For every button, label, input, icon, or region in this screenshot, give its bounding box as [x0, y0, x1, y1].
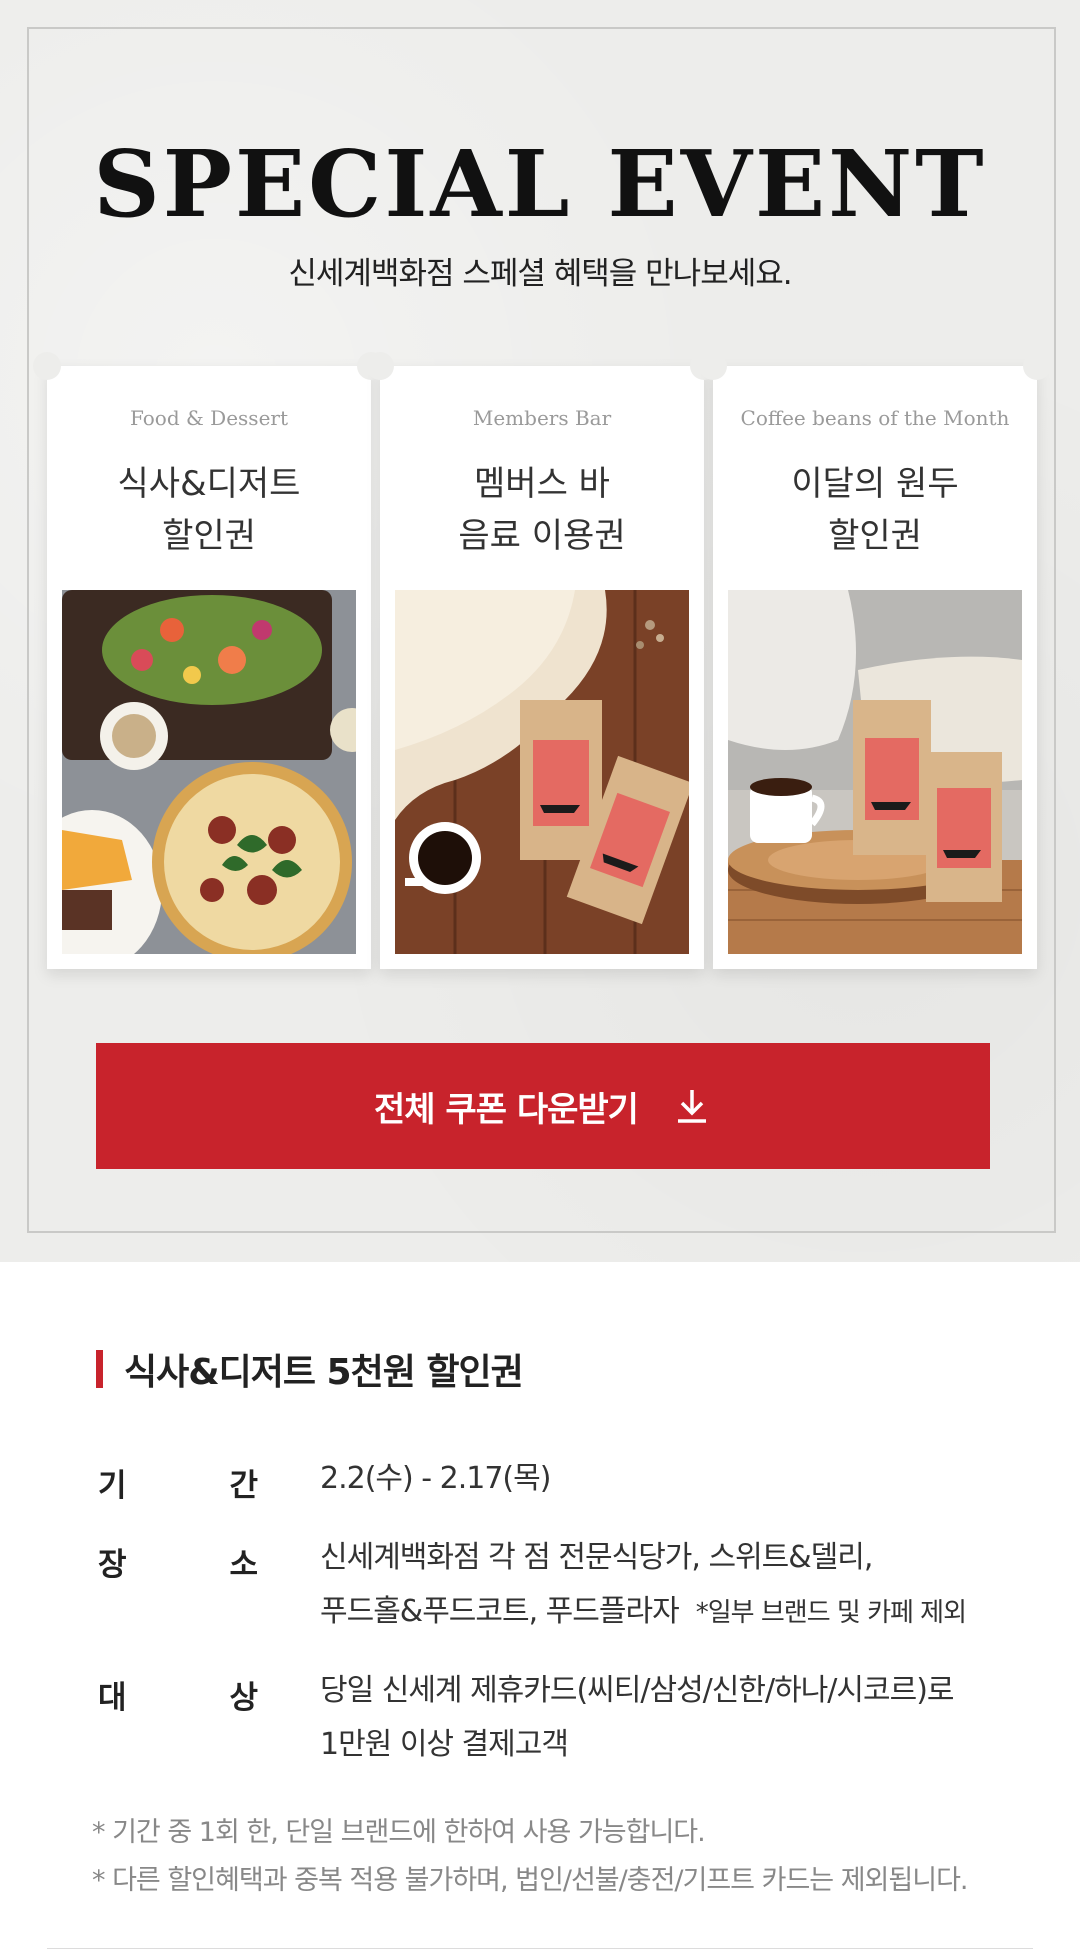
location-label: 장 소 — [98, 1539, 258, 1584]
location-line2: 푸드홀&푸드코트, 푸드플라자 — [320, 1594, 680, 1629]
card-title-line1: 멤버스 바 — [474, 464, 610, 504]
location-value: 신세계백화점 각 점 전문식당가, 스위트&델리, 푸드홀&푸드코트, 푸드플라… — [320, 1531, 967, 1640]
label-char: 대 — [98, 1680, 127, 1716]
section-accent-bar — [96, 1350, 103, 1388]
card-title-line1: 이달의 원두 — [791, 464, 959, 504]
bottom-divider — [47, 1948, 1033, 1949]
target-line1: 당일 신세계 제휴카드(씨티/삼성/신한/하나/시코르)로 — [320, 1673, 955, 1708]
card-korean-title: 이달의 원두 할인권 — [713, 458, 1037, 562]
card-title-line2: 할인권 — [828, 516, 922, 556]
card-notch — [366, 352, 394, 380]
event-title: SPECIAL EVENT — [93, 130, 987, 238]
food-platter-photo — [62, 590, 356, 954]
card-english-label: Food & Dessert — [129, 406, 289, 430]
location-line1: 신세계백화점 각 점 전문식당가, 스위트&델리, — [320, 1540, 873, 1575]
card-notch — [1023, 352, 1051, 380]
period-text: 2.2(수) - 2.17(목) — [320, 1461, 551, 1496]
card-title-line2: 할인권 — [162, 516, 256, 556]
download-button-label: 전체 쿠폰 다운받기 — [374, 1089, 639, 1130]
coffee-bag-fur-photo — [395, 590, 689, 954]
target-label: 대 상 — [98, 1672, 258, 1717]
location-note: *일부 브랜드 및 카페 제외 — [695, 1598, 967, 1628]
usage-note-1: * 기간 중 1회 한, 단일 브랜드에 한하여 사용 가능합니다. — [92, 1817, 706, 1848]
usage-note-2: * 다른 할인혜택과 중복 적용 불가하며, 법인/선불/충전/기프트 카드는 … — [92, 1865, 968, 1896]
target-value: 당일 신세계 제휴카드(씨티/삼성/신한/하나/시코르)로 1만원 이상 결제고… — [320, 1664, 955, 1772]
card-notch — [699, 352, 727, 380]
period-value: 2.2(수) - 2.17(목) — [320, 1452, 551, 1506]
label-char: 상 — [229, 1680, 258, 1716]
card-title-line2: 음료 이용권 — [458, 516, 626, 556]
coupon-card-coffee-beans[interactable]: Coffee beans of the Month 이달의 원두 할인권 — [699, 352, 1051, 969]
download-icon — [677, 1090, 706, 1123]
download-all-coupons-button[interactable]: 전체 쿠폰 다운받기 — [96, 1043, 990, 1169]
period-label: 기 간 — [98, 1460, 258, 1505]
card-english-label: Members Bar — [472, 406, 612, 430]
coupon-card-members-bar[interactable]: Members Bar 멤버스 바 음료 이용권 — [366, 352, 718, 969]
event-subtitle: 신세계백화점 스페셜 혜택을 만나보세요. — [288, 256, 792, 292]
section-title: 식사&디저트 5천원 할인권 — [124, 1352, 524, 1393]
coupon-card-food-dessert[interactable]: Food & Dessert 식사&디저트 할인권 — [33, 352, 385, 969]
card-korean-title: 식사&디저트 할인권 — [47, 458, 371, 562]
label-char: 간 — [229, 1468, 258, 1504]
target-line2: 1만원 이상 결제고객 — [320, 1727, 569, 1762]
card-korean-title: 멤버스 바 음료 이용권 — [380, 458, 704, 562]
card-english-label: Coffee beans of the Month — [740, 406, 1010, 430]
label-char: 장 — [98, 1547, 127, 1583]
special-event-panel: SPECIAL EVENT 신세계백화점 스페셜 혜택을 만나보세요. Food… — [0, 0, 1080, 1262]
coffee-bags-wood-photo — [728, 590, 1022, 954]
label-char: 소 — [229, 1547, 258, 1583]
label-char: 기 — [98, 1468, 127, 1504]
card-title-line1: 식사&디저트 — [117, 464, 301, 504]
card-notch — [33, 352, 61, 380]
